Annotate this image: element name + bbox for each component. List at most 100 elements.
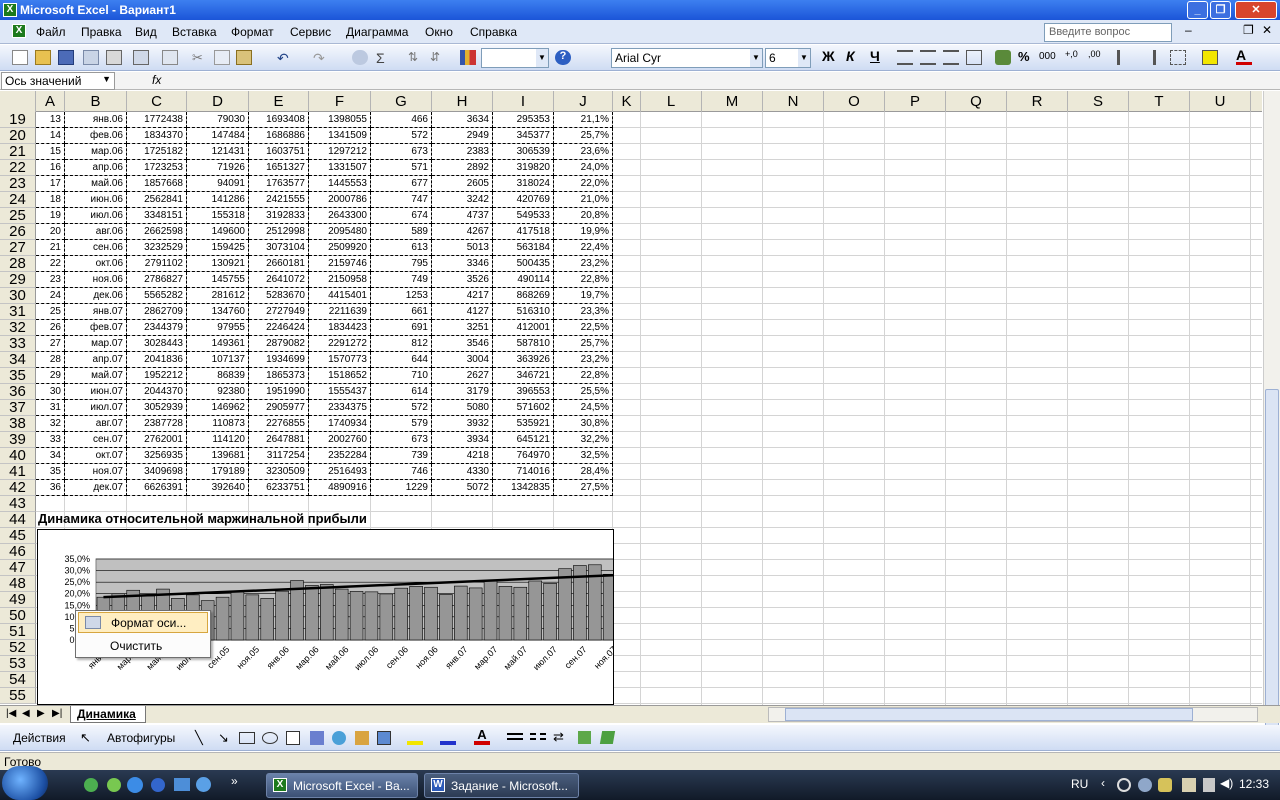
cell[interactable]: 795	[371, 256, 432, 272]
row-header-30[interactable]: 30	[0, 288, 36, 304]
cell[interactable]: 417518	[493, 224, 554, 240]
cell[interactable]: фев.07	[65, 320, 127, 336]
cell[interactable]: 141286	[187, 192, 249, 208]
ie-icon[interactable]	[127, 777, 143, 793]
x-tick-label[interactable]: ноя.06	[413, 644, 439, 670]
bar[interactable]	[320, 584, 334, 641]
underline-button[interactable]: Ч	[870, 48, 886, 64]
cell[interactable]: 645121	[493, 432, 554, 448]
menu-chart[interactable]: Диаграмма	[346, 25, 408, 39]
quicklaunch-icon-6[interactable]	[196, 777, 211, 792]
chart-wizard-icon[interactable]	[460, 50, 476, 65]
cell[interactable]: 4217	[432, 288, 493, 304]
cell[interactable]: 644	[371, 352, 432, 368]
cell[interactable]: 3230509	[249, 464, 309, 480]
network-icon[interactable]	[1203, 778, 1215, 792]
row-header-26[interactable]: 26	[0, 224, 36, 240]
cell[interactable]: ноя.07	[65, 464, 127, 480]
row-header-23[interactable]: 23	[0, 176, 36, 192]
row-header-49[interactable]: 49	[0, 592, 36, 608]
cell[interactable]: 673	[371, 432, 432, 448]
cell[interactable]: 22,5%	[554, 320, 613, 336]
cell[interactable]: 2512998	[249, 224, 309, 240]
cell[interactable]: 21	[36, 240, 65, 256]
cell[interactable]: 25,7%	[554, 336, 613, 352]
cell[interactable]: 146962	[187, 400, 249, 416]
cell[interactable]: 32,2%	[554, 432, 613, 448]
ask-question-input[interactable]: Введите вопрос	[1044, 23, 1172, 42]
align-left-icon[interactable]	[897, 50, 913, 65]
menu-edit[interactable]: Правка	[81, 25, 122, 39]
name-box-dropdown-icon[interactable]: ▼	[102, 74, 111, 84]
menu-insert[interactable]: Вставка	[172, 25, 217, 39]
column-header-H[interactable]: H	[432, 91, 493, 112]
x-tick-label[interactable]: май.06	[323, 644, 350, 671]
cell[interactable]: 2246424	[249, 320, 309, 336]
tab-last-icon[interactable]: ▶|	[52, 708, 62, 719]
help-icon[interactable]: ?	[555, 50, 571, 65]
cell[interactable]: 86839	[187, 368, 249, 384]
cell[interactable]: 3052939	[127, 400, 187, 416]
cell[interactable]: 2211639	[309, 304, 371, 320]
cell[interactable]: 691	[371, 320, 432, 336]
cell[interactable]: 747	[371, 192, 432, 208]
cell[interactable]: 3179	[432, 384, 493, 400]
shadow-icon[interactable]	[578, 731, 591, 744]
cell[interactable]: 14	[36, 128, 65, 144]
redo-icon[interactable]: ↷	[313, 50, 329, 66]
row-header-32[interactable]: 32	[0, 320, 36, 336]
taskbar-word[interactable]: W Задание - Microsoft...	[424, 773, 579, 798]
tab-first-icon[interactable]: |◀	[6, 708, 16, 719]
font-color-draw-icon[interactable]: A	[474, 727, 490, 745]
paste-icon[interactable]	[236, 50, 252, 65]
cell[interactable]: 4415401	[309, 288, 371, 304]
cell[interactable]: 3117254	[249, 448, 309, 464]
percent-button[interactable]: %	[1018, 49, 1034, 64]
bar[interactable]	[424, 586, 438, 641]
row-header-31[interactable]: 31	[0, 304, 36, 320]
cell[interactable]: 1445553	[309, 176, 371, 192]
row-header-36[interactable]: 36	[0, 384, 36, 400]
cell[interactable]: 549533	[493, 208, 554, 224]
cell[interactable]: 139681	[187, 448, 249, 464]
cell[interactable]: 710	[371, 368, 432, 384]
cell[interactable]: 4330	[432, 464, 493, 480]
cell[interactable]: 2334375	[309, 400, 371, 416]
cell[interactable]: 26	[36, 320, 65, 336]
cell[interactable]: 19,9%	[554, 224, 613, 240]
bar[interactable]	[260, 598, 274, 641]
cell[interactable]: 1952212	[127, 368, 187, 384]
cell[interactable]: 3634	[432, 112, 493, 128]
cell[interactable]: 2627	[432, 368, 493, 384]
save-icon[interactable]	[58, 50, 74, 65]
select-objects-icon[interactable]: ↖	[80, 730, 91, 746]
cell[interactable]: 16	[36, 160, 65, 176]
zoom-combo[interactable]: ▼	[481, 48, 549, 68]
x-tick-label[interactable]: июл.06	[352, 644, 380, 672]
cell[interactable]: 2892	[432, 160, 493, 176]
cell[interactable]: 1603751	[249, 144, 309, 160]
cell[interactable]: 31	[36, 400, 65, 416]
cell[interactable]: 3348151	[127, 208, 187, 224]
volume-icon[interactable]: ◀)	[1220, 776, 1233, 790]
close-button[interactable]: ✕	[1235, 1, 1277, 19]
row-header-38[interactable]: 38	[0, 416, 36, 432]
cell[interactable]: 2660181	[249, 256, 309, 272]
picture-icon[interactable]	[377, 731, 391, 745]
cell[interactable]: 2150958	[309, 272, 371, 288]
horizontal-scroll-thumb[interactable]	[785, 708, 1193, 721]
cell[interactable]: 1693408	[249, 112, 309, 128]
row-header-29[interactable]: 29	[0, 272, 36, 288]
cell[interactable]: 589	[371, 224, 432, 240]
tray-icon-1[interactable]	[1117, 778, 1131, 792]
cell[interactable]: фев.06	[65, 128, 127, 144]
y-tick-label[interactable]: 15,0%	[64, 600, 90, 610]
bar[interactable]	[602, 573, 617, 641]
cell[interactable]: 97955	[187, 320, 249, 336]
cell[interactable]: 24	[36, 288, 65, 304]
cell[interactable]: 571	[371, 160, 432, 176]
wordart-icon[interactable]	[310, 731, 324, 745]
cell[interactable]: 587810	[493, 336, 554, 352]
cell[interactable]: май.07	[65, 368, 127, 384]
cell[interactable]: 345377	[493, 128, 554, 144]
